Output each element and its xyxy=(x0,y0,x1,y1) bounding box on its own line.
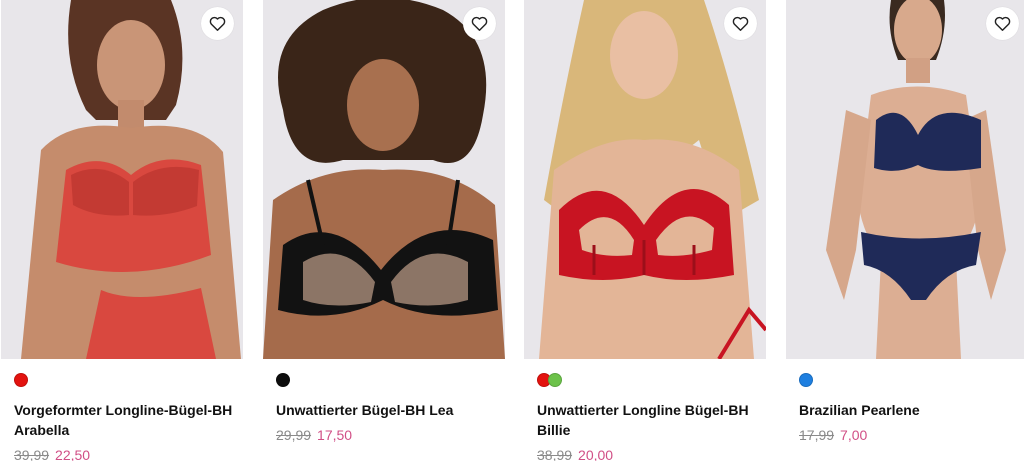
product-image[interactable] xyxy=(1,0,243,359)
wishlist-button[interactable] xyxy=(986,7,1019,40)
model-photo xyxy=(524,0,766,359)
product-name[interactable]: Unwattierter Bügel-BH Lea xyxy=(276,400,501,420)
wishlist-button[interactable] xyxy=(201,7,234,40)
sale-price: 22,50 xyxy=(55,447,91,461)
product-name[interactable]: Unwattierter Longline Bügel-BH Billie xyxy=(537,400,762,440)
product-card: Unwattierter Bügel-BH Lea 29,99 17,50 xyxy=(263,0,505,461)
sale-price: 7,00 xyxy=(840,427,868,443)
wishlist-button[interactable] xyxy=(463,7,496,40)
product-name[interactable]: Vorgeformter Longline-Bügel-BH Arabella xyxy=(14,400,239,440)
product-grid: Vorgeformter Longline-Bügel-BH Arabella … xyxy=(0,0,1024,461)
product-price: 29,99 17,50 xyxy=(276,427,352,443)
heart-icon xyxy=(732,16,749,31)
heart-icon xyxy=(209,16,226,31)
product-price: 17,99 7,00 xyxy=(799,427,867,443)
product-price: 39,99 22,50 xyxy=(14,447,90,461)
color-swatch-green[interactable] xyxy=(548,373,562,387)
original-price: 17,99 xyxy=(799,427,835,443)
product-card: Brazilian Pearlene 17,99 7,00 xyxy=(786,0,1024,461)
color-swatch-red[interactable] xyxy=(14,373,28,387)
color-swatches xyxy=(537,373,562,387)
product-image[interactable] xyxy=(263,0,505,359)
sale-price: 20,00 xyxy=(578,447,614,461)
color-swatches xyxy=(276,373,290,387)
color-swatch-blue[interactable] xyxy=(799,373,813,387)
model-photo xyxy=(1,0,243,359)
product-card: Unwattierter Longline Bügel-BH Billie 38… xyxy=(524,0,766,461)
model-photo xyxy=(786,0,1024,359)
color-swatches xyxy=(799,373,813,387)
model-photo xyxy=(263,0,505,359)
wishlist-button[interactable] xyxy=(724,7,757,40)
heart-icon xyxy=(994,16,1011,31)
original-price: 39,99 xyxy=(14,447,50,461)
product-name[interactable]: Brazilian Pearlene xyxy=(799,400,1024,420)
product-card: Vorgeformter Longline-Bügel-BH Arabella … xyxy=(1,0,243,461)
original-price: 38,99 xyxy=(537,447,573,461)
product-price: 38,99 20,00 xyxy=(537,447,613,461)
original-price: 29,99 xyxy=(276,427,312,443)
product-image[interactable] xyxy=(786,0,1024,359)
sale-price: 17,50 xyxy=(317,427,353,443)
color-swatch-black[interactable] xyxy=(276,373,290,387)
color-swatches xyxy=(14,373,28,387)
heart-icon xyxy=(471,16,488,31)
product-image[interactable] xyxy=(524,0,766,359)
